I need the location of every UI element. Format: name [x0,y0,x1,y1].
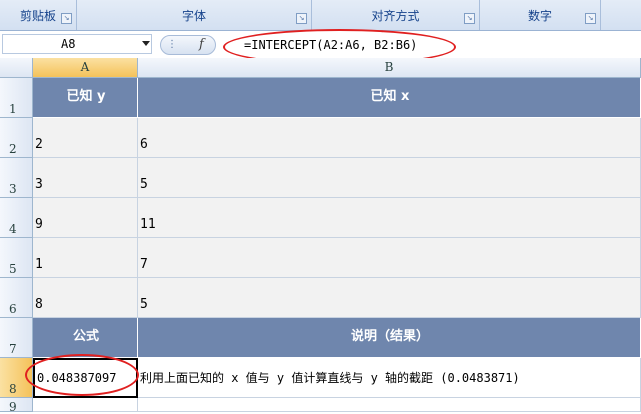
cell-value: 5 [140,177,148,192]
ribbon-group-number[interactable]: 数字 ↘ [480,0,601,30]
dialog-launcher-icon[interactable]: ↘ [585,13,596,24]
fx-icon[interactable]: f [199,37,204,52]
table-cell[interactable]: 11 [138,198,641,238]
table-header-cell[interactable]: 说明（结果） [138,318,641,358]
ribbon-group-label: 数字 [527,9,552,23]
cell-value: 3 [35,177,43,192]
row-header[interactable]: 3 [0,158,33,198]
chevron-down-icon[interactable] [142,41,150,46]
cell-value: 9 [35,217,43,232]
row-header[interactable]: 6 [0,278,33,318]
table-cell[interactable]: 利用上面已知的 x 值与 y 值计算直线与 y 轴的截距 (0.0483871) [138,358,641,398]
header-description: 说明（结果） [350,329,429,344]
cell-value: 8 [35,297,43,312]
table-cell[interactable] [138,398,641,412]
ribbon-group-label: 字体 [181,9,206,23]
cell-value: 1 [35,257,43,272]
row-number: 5 [9,262,17,276]
row-header[interactable]: 5 [0,238,33,278]
formula-bar-expand-handle[interactable]: ⋮ f [160,35,216,55]
ribbon-group-alignment[interactable]: 对齐方式 ↘ [312,0,480,30]
row-header[interactable]: 4 [0,198,33,238]
row-number: 4 [9,222,17,236]
table-cell[interactable]: 2 [33,118,138,158]
table-header-cell[interactable]: 已知 x [138,78,641,118]
table-cell[interactable]: 9 [33,198,138,238]
dialog-launcher-icon[interactable]: ↘ [296,13,307,24]
row-header[interactable]: 9 [0,398,33,414]
cell-value: 5 [140,297,148,312]
row-number: 8 [9,382,17,396]
row-header[interactable]: 2 [0,118,33,158]
cell-value: 7 [140,257,148,272]
ribbon: 剪贴板 ↘ 字体 ↘ 对齐方式 ↘ 数字 ↘ [0,0,641,31]
ribbon-group-label: 对齐方式 [371,9,420,23]
cell-value: 2 [35,137,43,152]
table-header-cell[interactable]: 公式 [33,318,138,358]
header-known-x: 已知 x [370,89,410,104]
row-number: 1 [9,102,17,116]
table-cell[interactable]: 1 [33,238,138,278]
row-number: 3 [9,182,17,196]
result-description: 利用上面已知的 x 值与 y 值计算直线与 y 轴的截距 (0.0483871) [140,371,520,385]
dialog-launcher-icon[interactable]: ↘ [464,13,475,24]
name-box[interactable]: A8 [2,34,152,54]
row-number: 7 [9,342,17,356]
table-cell[interactable]: 7 [138,238,641,278]
table-cell[interactable]: 8 [33,278,138,318]
table-cell[interactable]: 3 [33,158,138,198]
row-number: 2 [9,142,17,156]
table-cell[interactable]: 5 [138,158,641,198]
row-header[interactable]: 1 [0,78,33,118]
column-header-b[interactable]: B [138,58,641,78]
dialog-launcher-icon[interactable]: ↘ [61,13,72,24]
header-formula: 公式 [72,329,99,344]
row-header[interactable]: 7 [0,318,33,358]
cell-value: 6 [140,137,148,152]
ribbon-group-font[interactable]: 字体 ↘ [77,0,312,30]
table-cell[interactable]: 6 [138,118,641,158]
ribbon-group-clipboard[interactable]: 剪贴板 ↘ [0,0,77,30]
highlight-ellipse-result [25,354,139,396]
column-header-a[interactable]: A [33,58,138,78]
header-known-y: 已知 y [66,89,106,104]
table-cell[interactable] [33,398,138,412]
table-header-cell[interactable]: 已知 y [33,78,138,118]
cell-value: 11 [140,217,156,232]
row-number: 6 [9,302,17,316]
select-all-corner[interactable] [0,58,33,78]
table-cell[interactable]: 5 [138,278,641,318]
grip-icon: ⋮ [167,39,177,50]
